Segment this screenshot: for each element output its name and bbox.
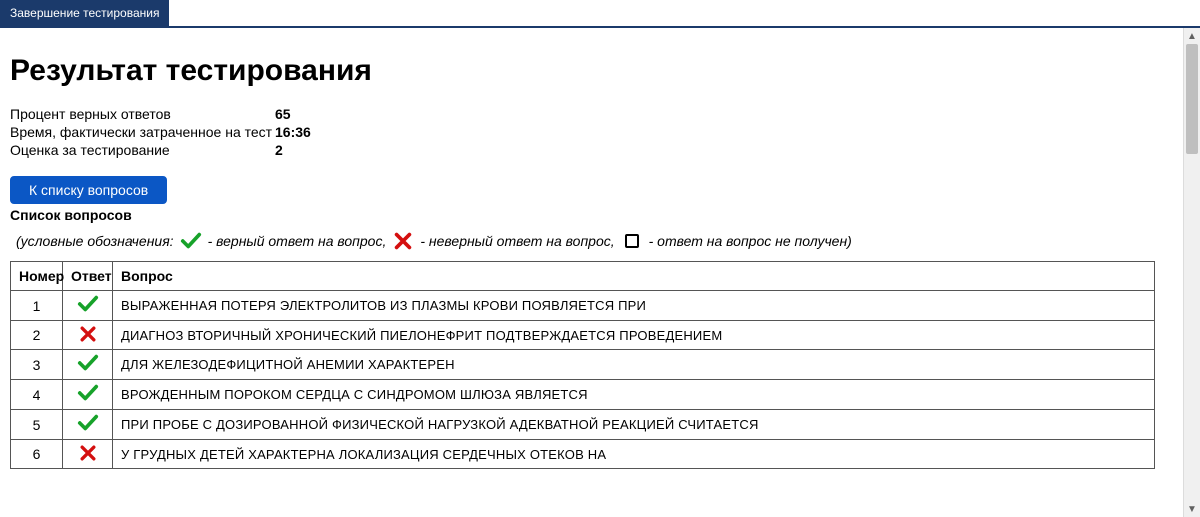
legend-correct-text: - верный ответ на вопрос,: [208, 233, 387, 249]
table-row: 4 ВРОЖДЕННЫМ ПОРОКОМ СЕРДЦА С СИНДРОМОМ Ш…: [11, 380, 1155, 410]
stats-label: Время, фактически затраченное на тест: [10, 124, 275, 140]
stats-row: Процент верных ответов 65: [10, 106, 1155, 122]
cross-icon: [63, 440, 113, 469]
row-number: 5: [11, 410, 63, 440]
stats-value: 65: [275, 106, 291, 122]
col-header-num: Номер: [11, 262, 63, 291]
top-tab-completion[interactable]: Завершение тестирования: [0, 0, 169, 26]
stats-value: 2: [275, 142, 283, 158]
row-number: 6: [11, 440, 63, 469]
question-text: ВРОЖДЕННЫМ ПОРОКОМ СЕРДЦА С СИНДРОМОМ ШЛ…: [113, 380, 1155, 410]
scroll-thumb[interactable]: [1186, 44, 1198, 154]
scroll-track[interactable]: [1184, 44, 1200, 501]
col-header-ans: Ответ: [63, 262, 113, 291]
question-text: У ГРУДНЫХ ДЕТЕЙ ХАРАКТЕРНА ЛОКАЛИЗАЦИЯ С…: [113, 440, 1155, 469]
question-text: ДИАГНОЗ ВТОРИЧНЫЙ ХРОНИЧЕСКИЙ ПИЕЛОНЕФРИ…: [113, 321, 1155, 350]
check-icon: [178, 231, 204, 251]
stats-block: Процент верных ответов 65 Время, фактиче…: [10, 106, 1155, 158]
check-icon: [63, 291, 113, 321]
question-text: ВЫРАЖЕННАЯ ПОТЕРЯ ЭЛЕКТРОЛИТОВ ИЗ ПЛАЗМЫ…: [113, 291, 1155, 321]
top-tab-label: Завершение тестирования: [10, 6, 159, 20]
row-number: 4: [11, 380, 63, 410]
question-text: ПРИ ПРОБЕ С ДОЗИРОВАННОЙ ФИЗИЧЕСКОЙ НАГР…: [113, 410, 1155, 440]
stats-row: Оценка за тестирование 2: [10, 142, 1155, 158]
stats-label: Процент верных ответов: [10, 106, 275, 122]
stats-label: Оценка за тестирование: [10, 142, 275, 158]
row-number: 2: [11, 321, 63, 350]
legend-none-text: - ответ на вопрос не получен): [649, 233, 852, 249]
table-row: 5 ПРИ ПРОБЕ С ДОЗИРОВАННОЙ ФИЗИЧЕСКОЙ НАГ…: [11, 410, 1155, 440]
table-header-row: Номер Ответ Вопрос: [11, 262, 1155, 291]
question-text: ДЛЯ ЖЕЛЕЗОДЕФИЦИТНОЙ АНЕМИИ ХАРАКТЕРЕН: [113, 350, 1155, 380]
empty-box-icon: [619, 231, 645, 251]
col-header-q: Вопрос: [113, 262, 1155, 291]
scroll-down-arrow-icon[interactable]: ▼: [1184, 501, 1200, 517]
vertical-scrollbar[interactable]: ▲ ▼: [1183, 28, 1200, 517]
legend-wrong-text: - неверный ответ на вопрос,: [420, 233, 614, 249]
row-number: 3: [11, 350, 63, 380]
stats-row: Время, фактически затраченное на тест 16…: [10, 124, 1155, 140]
legend: (условные обозначения: - верный ответ на…: [16, 231, 1155, 251]
check-icon: [63, 350, 113, 380]
stats-value: 16:36: [275, 124, 311, 140]
table-row: 3 ДЛЯ ЖЕЛЕЗОДЕФИЦИТНОЙ АНЕМИИ ХАРАКТЕРЕН: [11, 350, 1155, 380]
question-list-title: Список вопросов: [10, 207, 1155, 223]
scroll-up-arrow-icon[interactable]: ▲: [1184, 28, 1200, 44]
check-icon: [63, 380, 113, 410]
row-number: 1: [11, 291, 63, 321]
cross-icon: [63, 321, 113, 350]
table-row: 1 ВЫРАЖЕННАЯ ПОТЕРЯ ЭЛЕКТРОЛИТОВ ИЗ ПЛАЗМ…: [11, 291, 1155, 321]
top-bar: Завершение тестирования: [0, 0, 1200, 28]
table-row: 6 У ГРУДНЫХ ДЕТЕЙ ХАРАКТЕРНА ЛОКАЛИЗАЦИЯ …: [11, 440, 1155, 469]
questions-table: Номер Ответ Вопрос 1 ВЫРАЖЕННАЯ ПОТЕРЯ ЭЛ…: [10, 261, 1155, 469]
to-question-list-button[interactable]: К списку вопросов: [10, 176, 167, 204]
page-title: Результат тестирования: [10, 54, 1155, 88]
cross-icon: [390, 231, 416, 251]
table-row: 2 ДИАГНОЗ ВТОРИЧНЫЙ ХРОНИЧЕСКИЙ ПИЕЛОНЕФР…: [11, 321, 1155, 350]
legend-prefix: (условные обозначения:: [16, 233, 174, 249]
check-icon: [63, 410, 113, 440]
